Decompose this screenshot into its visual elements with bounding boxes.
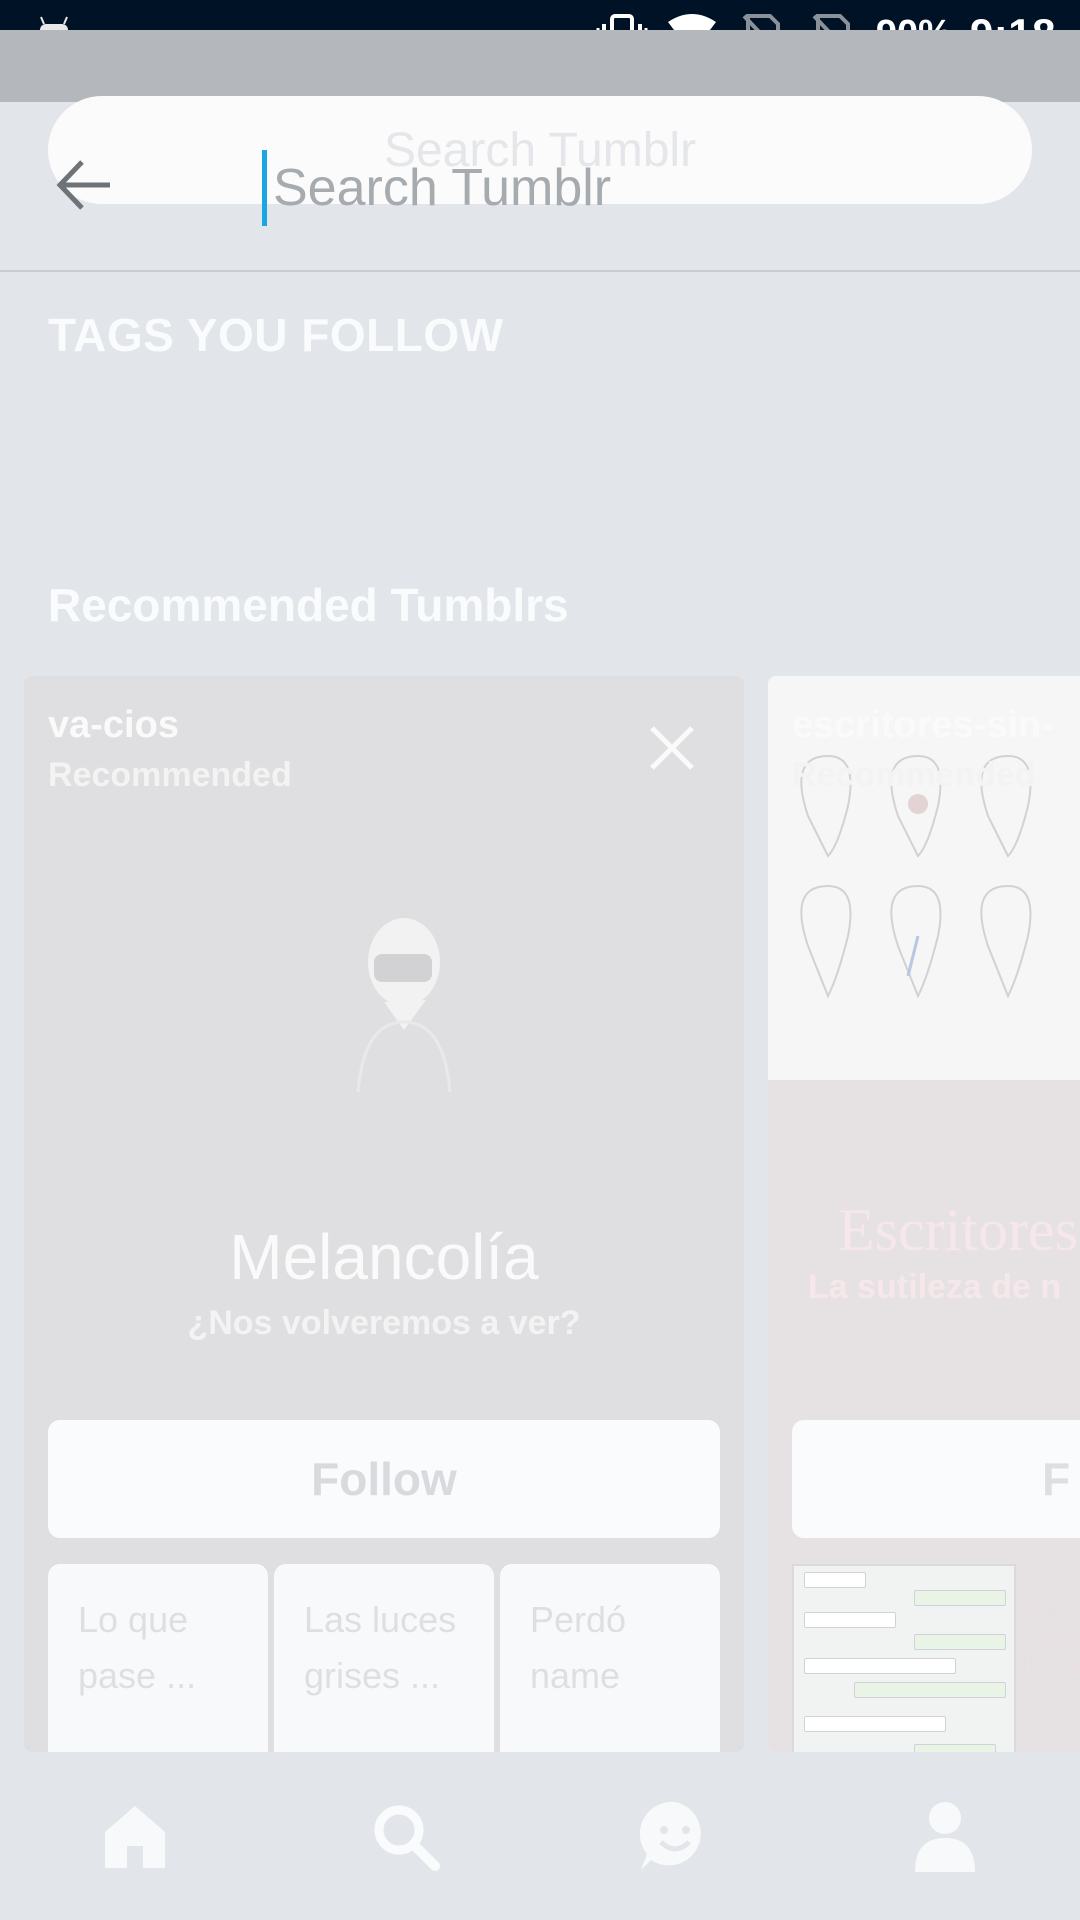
messaging-icon (639, 1801, 701, 1870)
follow-button[interactable]: F (792, 1420, 1080, 1538)
recommended-blog-card[interactable]: escritores-sin- Recommended Escritores L… (768, 676, 1080, 1752)
recommended-badge: Recommended (792, 756, 1036, 794)
search-input[interactable] (262, 150, 973, 226)
tags-you-follow-heading: TAGS YOU FOLLOW (48, 309, 504, 361)
back-arrow-icon[interactable] (50, 150, 120, 220)
recommended-tumblrs-heading: Recommended Tumblrs (48, 579, 569, 631)
account-icon (915, 1802, 975, 1872)
divider (0, 270, 1080, 272)
post-preview[interactable]: Lo que pase ... (48, 1564, 268, 1752)
blog-name[interactable]: escritores-sin- (792, 704, 1054, 747)
recommended-badge: Recommended (48, 756, 292, 794)
tab-home[interactable] (75, 1776, 195, 1896)
home-icon (105, 1806, 165, 1868)
search-icon (374, 1805, 440, 1871)
tab-account[interactable] (885, 1776, 1005, 1896)
status-bar: 90% 9:18 (0, 0, 1080, 57)
blog-title: Melancolía (229, 1221, 539, 1293)
bottom-nav (0, 1752, 1080, 1920)
post-preview-text[interactable]: ue ironía e soporte otras te a (1016, 1594, 1080, 1678)
recommended-blog-card[interactable]: va-cios Recommended Melancolía ¿Nos volv… (24, 676, 744, 1752)
follow-button-label: F (1042, 1453, 1071, 1505)
blog-avatar (356, 918, 452, 1092)
post-preview[interactable]: Las luces grises ... (274, 1564, 494, 1752)
post-preview[interactable]: Perdó name (500, 1564, 720, 1752)
post-preview-image[interactable] (792, 1564, 1016, 1752)
follow-button[interactable]: Follow (48, 1420, 720, 1538)
post-previews: Lo que pase ... Las luces grises ... Per… (48, 1564, 720, 1752)
blog-name[interactable]: va-cios (48, 704, 179, 747)
blog-description: La sutileza de n (808, 1268, 1062, 1306)
tab-messaging[interactable] (615, 1776, 735, 1896)
blog-description: ¿Nos volveremos a ver? (187, 1304, 581, 1342)
close-icon[interactable] (644, 720, 700, 776)
tab-search[interactable] (345, 1776, 465, 1896)
toolbar-background (0, 30, 1080, 102)
blog-title: Escritores (838, 1197, 1078, 1263)
